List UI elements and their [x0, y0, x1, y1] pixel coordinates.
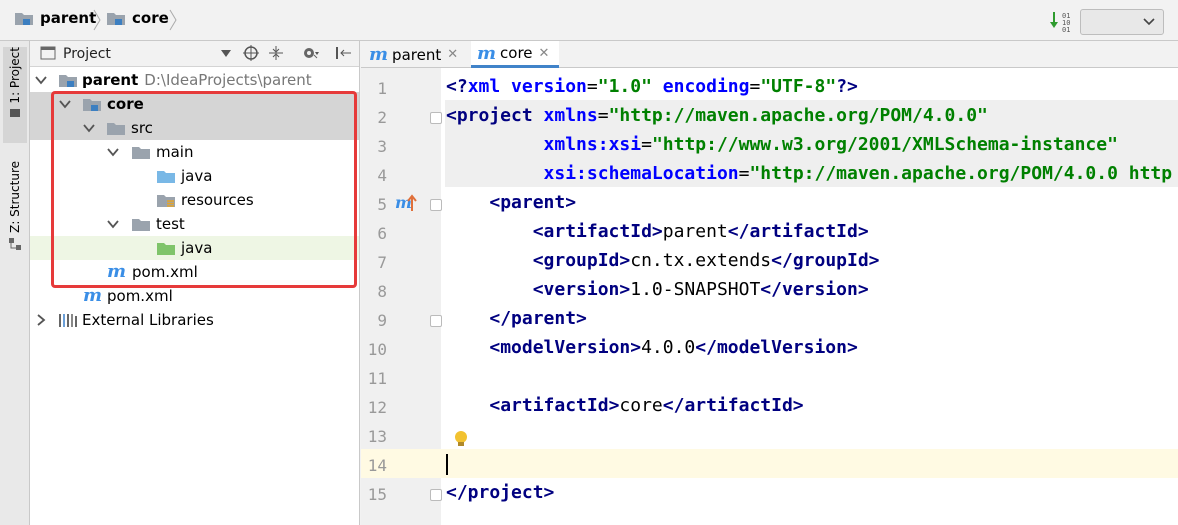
maven-parent-navigate-icon[interactable]: m [395, 193, 417, 213]
breadcrumb-label: parent [40, 9, 97, 27]
code-line-6: <artifactId>parent</artifactId> [532, 221, 869, 242]
maven-m-icon: m [369, 44, 389, 65]
code-line-10: <modelVersion>4.0.0</modelVersion> [489, 337, 858, 358]
code-line-15: </project> [446, 482, 555, 503]
tree-node-label: pom.xml [107, 287, 173, 305]
line-number: 13 [367, 427, 387, 446]
project-tab-label: 1: Project [8, 47, 22, 104]
tree-node-label: parent [82, 71, 139, 89]
tab-label: parent [392, 45, 442, 64]
project-panel-header: Project [30, 41, 359, 67]
code-editor[interactable]: 1 2 3 4 5 6 7 8 9 10 11 12 13 14 15 m <?… [361, 68, 1178, 525]
navigation-bar: parent core 01 10 01 [0, 0, 1178, 41]
tab-parent-pom[interactable]: m parent ✕ [369, 41, 467, 68]
line-number: 8 [377, 282, 387, 301]
structure-icon [9, 237, 21, 250]
project-panel-title: Project [63, 46, 111, 62]
expand-arrow-icon [35, 76, 47, 85]
tree-node-external-libraries[interactable]: External Libraries [30, 308, 359, 332]
code-line-7: <groupId>cn.tx.extends</groupId> [532, 250, 880, 271]
highlight-annotation-box [51, 91, 357, 288]
maven-m-icon: m [83, 285, 103, 306]
close-icon[interactable]: ✕ [447, 47, 458, 62]
line-number: 10 [367, 340, 387, 359]
editor-tab-bar: m parent ✕ m core ✕ [361, 41, 1178, 68]
line-number: 7 [377, 253, 387, 272]
code-line-9: </parent> [489, 308, 587, 329]
fold-marker-icon[interactable] [430, 489, 442, 501]
fold-marker-icon[interactable] [430, 315, 442, 327]
tab-structure-tool-window[interactable]: Z: Structure [3, 161, 27, 261]
line-number: 15 [367, 485, 387, 504]
lightbulb-icon[interactable] [453, 430, 469, 448]
line-number: 14 [367, 456, 387, 475]
code-line-5: <parent> [489, 192, 577, 213]
maven-m-icon: m [477, 42, 497, 64]
view-mode-dropdown-icon[interactable] [221, 50, 231, 58]
project-view-icon [40, 46, 56, 60]
chevron-down-icon [1143, 18, 1155, 26]
code-line-12: <artifactId>core</artifactId> [489, 395, 804, 416]
library-icon [59, 314, 77, 327]
code-line-1: <?xml version="1.0" encoding="UTF-8"?> [446, 76, 858, 97]
collapse-all-icon[interactable] [268, 45, 284, 61]
breadcrumb-item-parent[interactable]: parent [14, 9, 96, 27]
tree-node-parent[interactable]: parent D:\IdeaProjects\parent [30, 68, 359, 92]
line-number: 9 [377, 311, 387, 330]
tab-label: core [500, 44, 533, 62]
module-folder-icon [15, 13, 33, 25]
project-window-icon [10, 108, 20, 117]
breadcrumb-separator-icon [93, 9, 101, 31]
locate-file-icon[interactable] [243, 45, 259, 61]
line-number: 11 [367, 369, 387, 388]
hide-panel-icon[interactable] [335, 45, 353, 61]
code-line-3: xmlns:xsi="http://www.w3.org/2001/XMLSch… [543, 134, 1118, 155]
structure-tab-label: Z: Structure [8, 161, 22, 233]
line-number: 6 [377, 224, 387, 243]
code-line-2: <project xmlns="http://maven.apache.org/… [446, 105, 988, 126]
breadcrumb-item-core[interactable]: core [106, 9, 169, 27]
binary-sort-icon[interactable]: 01 10 01 [1048, 10, 1076, 32]
module-folder-icon [107, 13, 125, 25]
project-path-label: D:\IdeaProjects\parent [144, 71, 312, 89]
line-number: 3 [377, 137, 387, 156]
tab-core-pom[interactable]: m core ✕ [471, 41, 559, 68]
line-number: 2 [377, 108, 387, 127]
run-configuration-select[interactable] [1080, 9, 1164, 35]
module-folder-icon [59, 75, 77, 87]
fold-marker-icon[interactable] [430, 199, 442, 211]
code-line-4: xsi:schemaLocation="http://maven.apache.… [543, 163, 1173, 184]
text-caret [446, 454, 448, 475]
svg-text:m: m [395, 193, 412, 212]
tool-window-strip: 1: Project Z: Structure [0, 41, 30, 525]
settings-gear-icon[interactable] [301, 45, 319, 61]
breadcrumb-separator-icon [169, 9, 177, 31]
svg-text:01: 01 [1062, 26, 1070, 32]
collapse-arrow-icon [37, 314, 46, 326]
line-number: 12 [367, 398, 387, 417]
code-line-8: <version>1.0-SNAPSHOT</version> [532, 279, 869, 300]
tab-project-tool-window[interactable]: 1: Project [3, 47, 27, 143]
line-number: 4 [377, 166, 387, 185]
line-number: 5 [377, 195, 387, 214]
current-line-highlight [361, 449, 1178, 478]
close-icon[interactable]: ✕ [539, 46, 550, 61]
fold-marker-icon[interactable] [430, 112, 442, 124]
line-number: 1 [377, 79, 387, 98]
breadcrumb-label: core [132, 9, 169, 27]
tree-node-label: External Libraries [82, 311, 214, 329]
